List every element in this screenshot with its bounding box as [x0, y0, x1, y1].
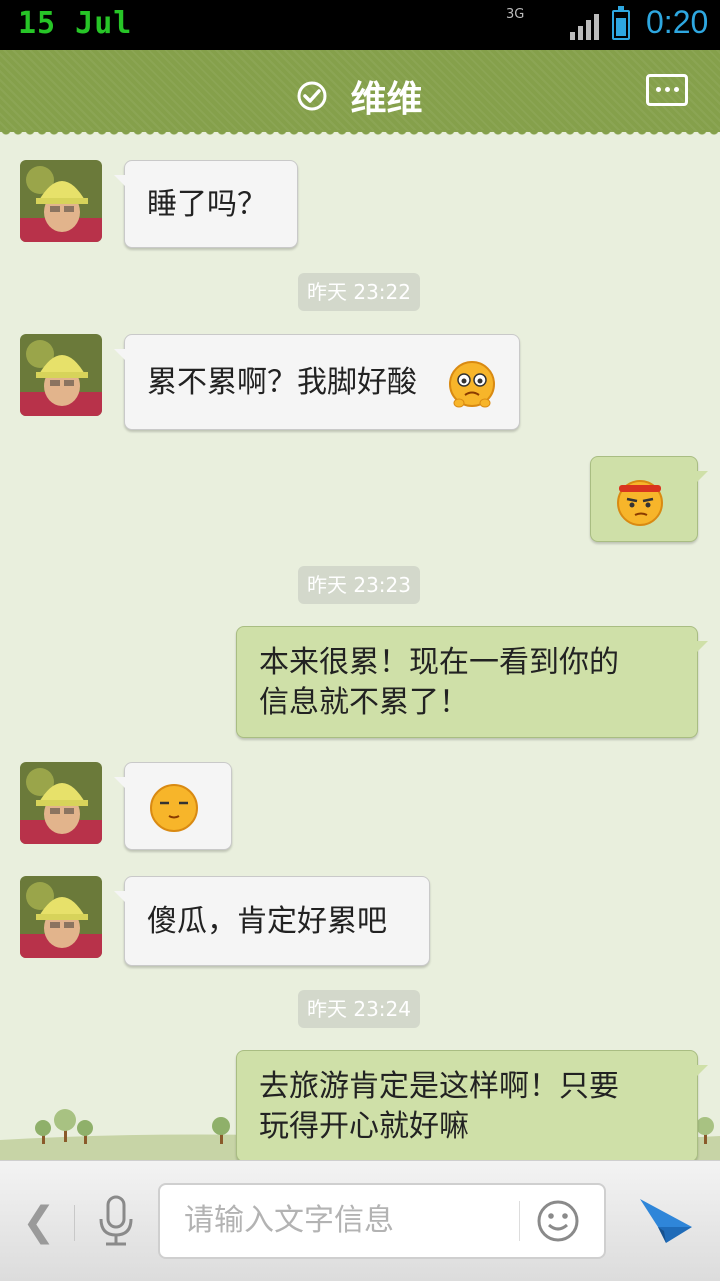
input-bar: ❮ 请输入文字信息: [0, 1160, 720, 1281]
angry-face-emoji-icon: [617, 480, 663, 526]
network-indicator: 3G: [506, 8, 524, 22]
message-bubble-received[interactable]: 睡了吗？: [114, 160, 298, 248]
contact-avatar[interactable]: [20, 334, 102, 416]
verified-check-icon: [297, 81, 327, 111]
message-bubble-received[interactable]: 傻瓜，肯定好累吧: [114, 876, 430, 966]
timestamp-badge: 昨天 23:22: [298, 273, 420, 311]
worried-face-emoji-icon: [449, 361, 495, 408]
timestamp-badge: 昨天 23:24: [298, 990, 420, 1028]
message-bubble-received[interactable]: [114, 762, 232, 850]
status-date: 15 Jul: [18, 6, 133, 41]
status-bar: 15 Jul 3G 0:20: [0, 0, 720, 50]
network-label: 3G: [506, 7, 525, 22]
message-text-line: 玩得开心就好嘛: [259, 1109, 469, 1144]
battery-icon: [612, 6, 630, 40]
back-arrow-icon[interactable]: ❮: [22, 1199, 56, 1245]
content-face-emoji-icon: [150, 784, 198, 832]
contact-avatar[interactable]: [20, 160, 102, 242]
chat-title: 维维: [350, 79, 423, 120]
more-options-button[interactable]: [646, 74, 688, 106]
contact-avatar[interactable]: [20, 876, 102, 958]
chat-area[interactable]: 睡了吗？ 昨天 23:22 累不累啊？我脚好酸 昨天 23:23 本来很累！现在…: [0, 132, 720, 1160]
message-bubble-received[interactable]: 累不累啊？我脚好酸: [114, 334, 520, 430]
timestamp-badge: 昨天 23:23: [298, 566, 420, 604]
message-bubble-sent[interactable]: 去旅游肯定是这样啊！只要 玩得开心就好嘛: [236, 1050, 708, 1160]
status-time: 0:20: [646, 4, 709, 40]
emoji-picker-icon[interactable]: [536, 1199, 580, 1243]
divider: [74, 1205, 75, 1241]
message-text-line: 本来很累！现在一看到你的: [259, 645, 619, 680]
message-input-placeholder: 请输入文字信息: [184, 1203, 394, 1238]
message-bubble-sent[interactable]: 本来很累！现在一看到你的 信息就不累了！: [236, 626, 708, 738]
message-text: 累不累啊？我脚好酸: [147, 365, 417, 400]
message-text-line: 去旅游肯定是这样啊！只要: [259, 1069, 619, 1104]
message-text: 睡了吗？: [147, 187, 267, 222]
divider: [519, 1201, 520, 1241]
microphone-icon[interactable]: [96, 1195, 136, 1247]
signal-icon: [570, 14, 599, 40]
message-text-line: 信息就不累了！: [259, 685, 469, 720]
message-text: 傻瓜，肯定好累吧: [147, 904, 387, 939]
title-bar: 维维: [0, 50, 720, 138]
message-bubble-sent[interactable]: [590, 456, 708, 542]
send-paper-plane-icon[interactable]: [636, 1191, 696, 1251]
message-input[interactable]: 请输入文字信息: [158, 1183, 606, 1259]
contact-avatar[interactable]: [20, 762, 102, 844]
